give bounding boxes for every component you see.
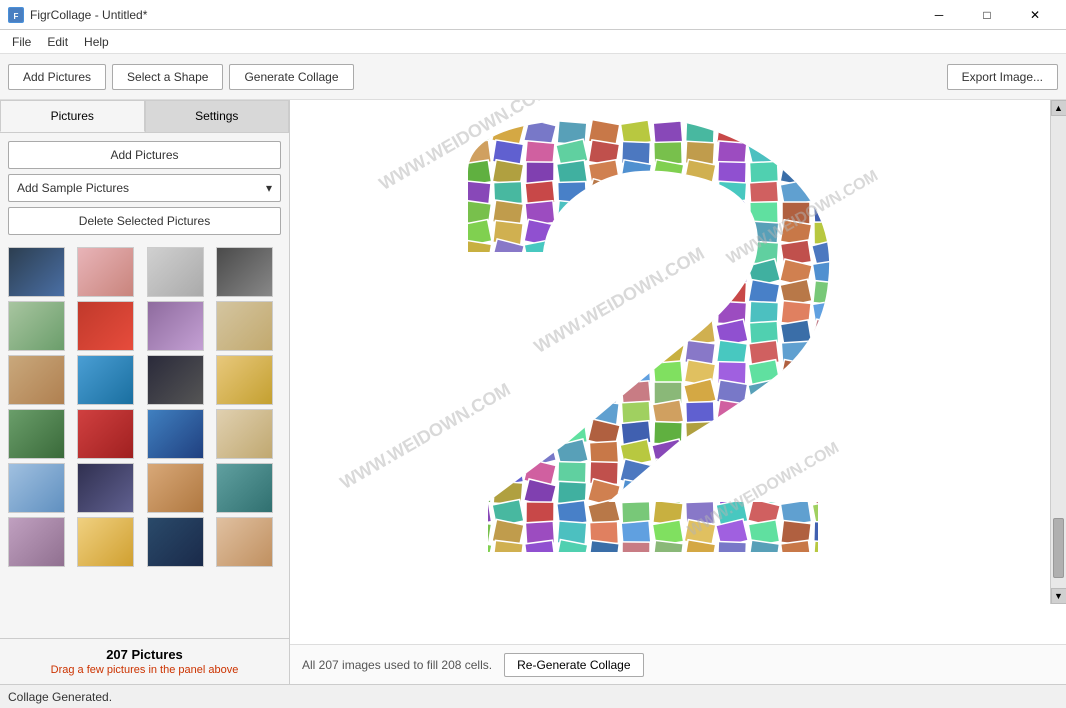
menu-edit[interactable]: Edit [39,33,76,51]
close-button[interactable]: ✕ [1012,0,1058,30]
svg-text:F: F [14,12,19,21]
canvas-footer: All 207 images used to fill 208 cells. R… [290,644,1066,684]
add-sample-pictures-dropdown[interactable]: Add Sample Pictures ▾ [8,174,281,202]
scroll-down-arrow[interactable]: ▼ [1051,588,1066,604]
collage-svg [388,112,968,632]
export-image-button[interactable]: Export Image... [947,64,1058,90]
thumbnail-item[interactable] [216,517,273,567]
thumbnail-item[interactable] [216,355,273,405]
thumbnail-item[interactable] [8,517,65,567]
thumbnail-item[interactable] [8,409,65,459]
window-controls: ─ □ ✕ [916,0,1058,30]
thumbnail-item[interactable] [147,463,204,513]
thumbnail-grid [8,247,281,567]
scroll-up-arrow[interactable]: ▲ [1051,100,1066,116]
canvas-status-text: All 207 images used to fill 208 cells. [302,658,492,672]
left-panel: Pictures Settings Add Pictures Add Sampl… [0,100,290,684]
add-pictures-panel-button[interactable]: Add Pictures [8,141,281,169]
status-text: Collage Generated. [8,690,112,704]
app-title: FigrCollage - Untitled* [30,8,147,22]
panel-controls: Add Pictures Add Sample Pictures ▾ Delet… [0,133,289,243]
title-bar: F FigrCollage - Untitled* ─ □ ✕ [0,0,1066,30]
thumbnail-item[interactable] [147,517,204,567]
thumbnail-item[interactable] [147,355,204,405]
thumbnail-item[interactable] [77,409,134,459]
thumbnail-item[interactable] [147,301,204,351]
thumbnail-item[interactable] [77,463,134,513]
delete-selected-button[interactable]: Delete Selected Pictures [8,207,281,235]
add-pictures-toolbar-button[interactable]: Add Pictures [8,64,106,90]
thumbnail-item[interactable] [77,355,134,405]
collage-canvas: WWW.WEIDOWN.COM WWW.WEIDOWN.COM WWW.WEID… [290,100,1066,644]
app-icon: F [8,7,24,23]
thumbnail-item[interactable] [8,301,65,351]
tab-pictures[interactable]: Pictures [0,100,145,132]
thumbnail-item[interactable] [77,517,134,567]
thumbnail-area[interactable] [0,243,289,638]
scroll-track[interactable] [1051,116,1066,588]
thumbnail-item[interactable] [8,355,65,405]
toolbar: Add Pictures Select a Shape Generate Col… [0,54,1066,100]
thumbnail-item[interactable] [147,409,204,459]
thumbnail-item[interactable] [216,247,273,297]
tab-settings[interactable]: Settings [145,100,290,132]
thumbnail-item[interactable] [77,247,134,297]
scroll-thumb[interactable] [1053,518,1064,578]
generate-collage-button[interactable]: Generate Collage [229,64,353,90]
tabs: Pictures Settings [0,100,289,133]
thumbnail-item[interactable] [77,301,134,351]
collage-shape [388,112,968,632]
minimize-button[interactable]: ─ [916,0,962,30]
thumbnail-item[interactable] [216,463,273,513]
menu-bar: File Edit Help [0,30,1066,54]
thumbnail-item[interactable] [147,247,204,297]
thumbnail-item[interactable] [216,409,273,459]
menu-file[interactable]: File [4,33,39,51]
panel-footer: 207 Pictures Drag a few pictures in the … [0,638,289,684]
picture-count: 207 Pictures [8,647,281,662]
maximize-button[interactable]: □ [964,0,1010,30]
status-bar: Collage Generated. [0,684,1066,708]
menu-help[interactable]: Help [76,33,117,51]
thumbnail-item[interactable] [8,247,65,297]
picture-hint: Drag a few pictures in the panel above [8,664,281,676]
select-shape-button[interactable]: Select a Shape [112,64,223,90]
thumbnail-item[interactable] [216,301,273,351]
canvas-area: WWW.WEIDOWN.COM WWW.WEIDOWN.COM WWW.WEID… [290,100,1066,684]
canvas-scrollbar: ▲ ▼ [1050,100,1066,604]
main-content: Pictures Settings Add Pictures Add Sampl… [0,100,1066,684]
thumbnail-item[interactable] [8,463,65,513]
regenerate-collage-button[interactable]: Re-Generate Collage [504,653,643,677]
dropdown-arrow-icon: ▾ [266,181,272,195]
title-bar-left: F FigrCollage - Untitled* [8,7,147,23]
